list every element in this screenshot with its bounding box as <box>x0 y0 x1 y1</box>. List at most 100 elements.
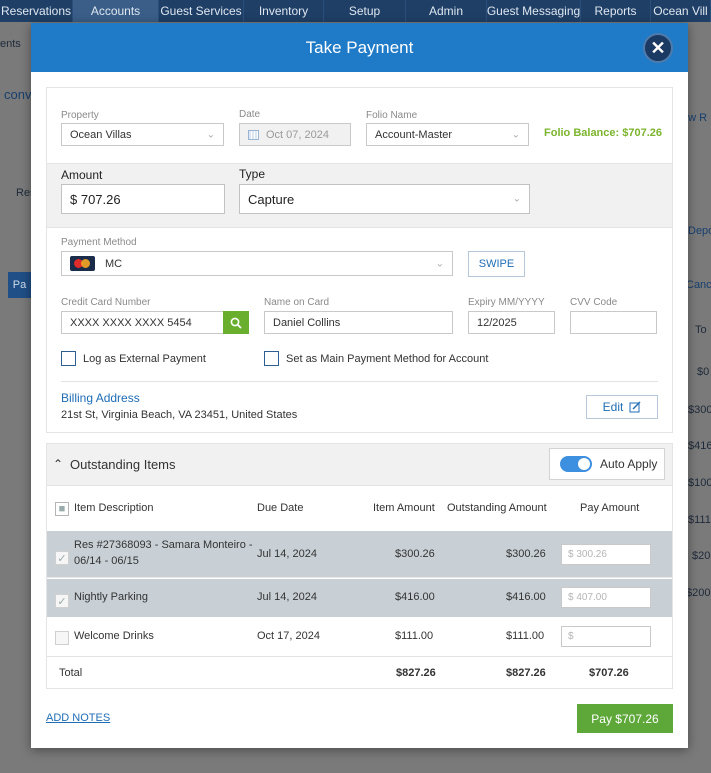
item-outstanding-amount: $416.00 <box>506 591 546 603</box>
item-description-line2: 06/14 - 06/15 <box>74 555 139 567</box>
auto-apply-toggle[interactable] <box>560 456 592 472</box>
table-row[interactable]: Welcome Drinks Oct 17, 2024 $111.00 $111… <box>47 617 672 657</box>
main-method-checkbox[interactable] <box>264 351 279 366</box>
billing-address-value: 21st St, Virginia Beach, VA 23451, Unite… <box>61 409 298 421</box>
cvv-input[interactable] <box>570 311 657 334</box>
edit-billing-button[interactable]: Edit <box>586 395 658 419</box>
total-outstanding-amount: $827.26 <box>506 667 546 679</box>
credit-card-number-input[interactable]: XXXX XXXX XXXX 5454 <box>61 311 224 334</box>
chevron-down-icon: ⌄ <box>206 129 215 140</box>
pay-amount-value: $ 407.00 <box>568 592 607 603</box>
payment-method-value: MC <box>105 257 123 270</box>
type-select[interactable]: Capture ⌄ <box>239 184 530 214</box>
nav-admin[interactable]: Admin <box>406 0 487 22</box>
take-payment-modal: Take Payment ✕ Property Ocean Villas ⌄ D… <box>31 23 688 748</box>
type-label: Type <box>239 167 266 181</box>
calendar-icon <box>248 129 259 140</box>
table-row[interactable]: ✓ Res #27368093 - Samara Monteiro - 06/1… <box>47 531 672 578</box>
date-label: Date <box>239 109 261 120</box>
credit-card-number-value: XXXX XXXX XXXX 5454 <box>70 316 192 329</box>
item-due-date: Jul 14, 2024 <box>257 548 317 560</box>
nav-reservations[interactable]: Reservations <box>0 0 73 22</box>
bg-val: $111 <box>688 514 711 526</box>
nav-property-switcher[interactable]: Ocean Vill <box>651 0 711 22</box>
name-on-card-label: Name on Card <box>264 297 330 308</box>
bg-val: $100 <box>688 477 711 489</box>
pay-amount-input[interactable]: $ 300.26 <box>561 544 651 565</box>
search-icon <box>230 317 242 329</box>
folio-balance: Folio Balance: $707.26 <box>544 127 662 139</box>
close-icon: ✕ <box>650 37 666 58</box>
outstanding-items-title: Outstanding Items <box>70 457 176 472</box>
nav-setup[interactable]: Setup <box>324 0 406 22</box>
amount-value: $ 707.26 <box>70 191 121 207</box>
add-notes-link[interactable]: ADD NOTES <box>46 712 110 724</box>
pay-amount-input[interactable]: $ 407.00 <box>561 587 651 608</box>
column-header-pay-amount: Pay Amount <box>580 502 640 514</box>
cvv-label: CVV Code <box>570 297 618 308</box>
nav-guest-services[interactable]: Guest Services <box>159 0 244 22</box>
bg-total-header: To <box>695 324 707 336</box>
outstanding-items-table: ■ Item Description Due Date Item Amount … <box>46 486 673 689</box>
date-field: Oct 07, 2024 <box>239 123 351 146</box>
row-checkbox[interactable]: ✓ <box>55 551 69 565</box>
property-label: Property <box>61 110 99 121</box>
billing-address-label: Billing Address <box>61 391 140 405</box>
mastercard-icon <box>70 256 95 271</box>
chevron-up-icon[interactable]: ⌃ <box>53 457 63 471</box>
auto-apply-control[interactable]: Auto Apply <box>549 448 665 480</box>
bg-val: $20 <box>692 550 711 562</box>
property-select[interactable]: Ocean Villas ⌄ <box>61 123 224 146</box>
amount-input[interactable]: $ 707.26 <box>61 184 225 214</box>
row-checkbox[interactable] <box>55 631 69 645</box>
chevron-down-icon: ⌄ <box>511 129 520 140</box>
pay-amount-value: $ <box>568 631 574 642</box>
log-external-checkbox[interactable] <box>61 351 76 366</box>
expiry-value: 12/2025 <box>477 316 517 329</box>
amount-label: Amount <box>61 168 103 182</box>
nav-inventory[interactable]: Inventory <box>244 0 324 22</box>
item-amount: $300.26 <box>395 548 435 560</box>
row-checkbox[interactable]: ✓ <box>55 594 69 608</box>
column-header-item-amount: Item Amount <box>373 502 435 514</box>
log-external-label: Log as External Payment <box>83 353 206 365</box>
name-on-card-input[interactable]: Daniel Collins <box>264 311 453 334</box>
nav-accounts[interactable]: Accounts <box>73 0 159 22</box>
table-row[interactable]: ✓ Nightly Parking Jul 14, 2024 $416.00 $… <box>47 579 672 617</box>
type-value: Capture <box>248 191 295 207</box>
swipe-button[interactable]: SWIPE <box>468 251 525 277</box>
pay-amount-input[interactable]: $ <box>561 626 651 647</box>
item-amount: $416.00 <box>395 591 435 603</box>
item-due-date: Oct 17, 2024 <box>257 630 320 642</box>
edit-icon <box>629 401 641 413</box>
folio-name-select[interactable]: Account-Master ⌄ <box>366 123 529 146</box>
auto-apply-label: Auto Apply <box>600 457 658 471</box>
expiry-input[interactable]: 12/2025 <box>468 311 555 334</box>
nav-guest-messaging[interactable]: Guest Messaging <box>487 0 581 22</box>
item-outstanding-amount: $111.00 <box>506 630 545 642</box>
item-amount: $111.00 <box>395 630 434 642</box>
expiry-label: Expiry MM/YYYY <box>468 297 545 308</box>
bg-val: $300 <box>688 404 711 416</box>
date-value: Oct 07, 2024 <box>266 128 329 141</box>
pay-button[interactable]: Pay $707.26 <box>577 704 673 733</box>
total-label: Total <box>59 667 83 679</box>
chevron-down-icon: ⌄ <box>512 193 521 205</box>
item-outstanding-amount: $300.26 <box>506 548 546 560</box>
bg-val: $0 <box>697 366 710 378</box>
card-search-button[interactable] <box>223 311 249 334</box>
payment-method-label: Payment Method <box>61 237 137 248</box>
total-pay-amount: $707.26 <box>589 667 629 679</box>
table-total-row: Total $827.26 $827.26 $707.26 <box>47 658 672 688</box>
column-header-outstanding-amount: Outstanding Amount <box>447 502 547 514</box>
nav-reports[interactable]: Reports <box>581 0 651 22</box>
bg-title-fragment: conv <box>4 87 32 102</box>
bg-val: $416 <box>688 440 711 452</box>
close-button[interactable]: ✕ <box>643 33 673 63</box>
divider <box>61 381 658 382</box>
select-all-checkbox[interactable]: ■ <box>55 502 69 516</box>
bg-tab-fragment: ents <box>0 38 21 50</box>
total-item-amount: $827.26 <box>396 667 436 679</box>
payment-method-select[interactable]: MC ⌄ <box>61 251 453 276</box>
item-due-date: Jul 14, 2024 <box>257 591 317 603</box>
